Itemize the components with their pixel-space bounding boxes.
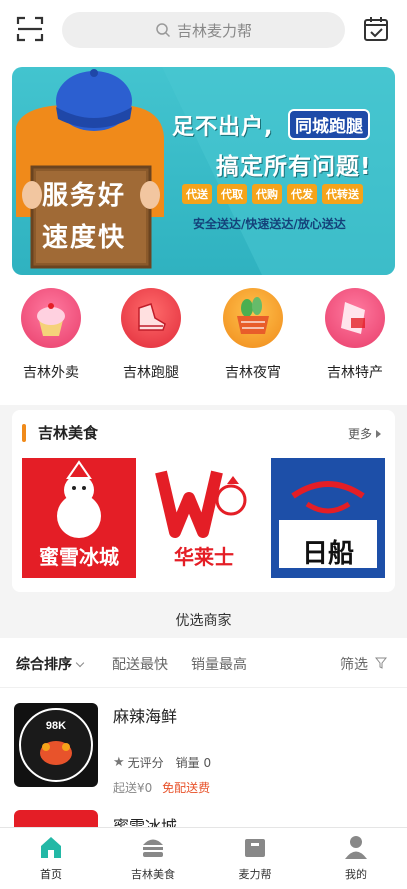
scan-icon[interactable] — [14, 13, 46, 45]
shop-rating: 无评分 — [127, 756, 164, 770]
tab-label: 麦力帮 — [238, 868, 272, 881]
sort-best-selling[interactable]: 销量最高 — [191, 654, 247, 674]
sort-bar: 综合排序 配送最快 销量最高 筛选 — [0, 638, 407, 688]
category-label: 吉林外卖 — [23, 365, 79, 381]
star-icon: ★ — [113, 755, 125, 770]
brand-wallace[interactable]: 华莱士 — [147, 458, 261, 578]
brand-mixue[interactable]: 蜜雪冰城 — [22, 458, 136, 578]
filter-button[interactable]: 筛选 — [340, 654, 388, 674]
banner-headline: 足不出户, — [172, 115, 274, 140]
sort-comprehensive[interactable]: 综合排序 — [16, 654, 85, 674]
arrow-right-icon — [376, 429, 381, 438]
tab-mailibang[interactable]: 麦力帮 — [215, 834, 295, 882]
shop-logo — [14, 810, 98, 827]
sort-label: 综合排序 — [16, 657, 72, 673]
specialty-gift-icon — [325, 288, 385, 348]
main-content: 服务好 速度快 足不出户, 同城跑腿 搞定所有问题! 代送 代取 代购 代发 代… — [0, 60, 407, 827]
category-grid: 吉林外卖 吉林跑腿 吉林夜宵 吉林特产 — [0, 288, 407, 398]
calendar-check-icon[interactable] — [360, 13, 392, 45]
banner-subheadline: 搞定所有问题! — [216, 154, 372, 180]
banner-chip: 代送 — [182, 184, 212, 204]
filter-label: 筛选 — [340, 657, 368, 673]
category-label: 吉林特产 — [327, 365, 383, 381]
banner-chip: 代购 — [252, 184, 282, 204]
food-section: 吉林美食 更多 蜜雪冰城 华莱士 日船 优选商家 — [0, 405, 407, 638]
shop-min-order: 起送¥0 — [113, 781, 153, 795]
banner-slogan: 安全送达/快速送达/放心送达 — [193, 217, 346, 231]
banner-sign-line1: 服务好 — [42, 181, 127, 211]
shop-name: 麻辣海鲜 — [113, 707, 178, 726]
tab-label: 我的 — [345, 868, 367, 881]
brand-name: 日船 — [301, 539, 354, 569]
chevron-down-icon — [75, 658, 85, 668]
banner-service-chips: 代送 代取 代购 代发 代转送 — [182, 184, 363, 204]
banner-sign-line2: 速度快 — [42, 223, 127, 253]
running-shoe-icon — [121, 288, 181, 348]
brand-rizhao[interactable]: 日船 — [271, 458, 385, 578]
food-card: 吉林美食 更多 蜜雪冰城 华莱士 日船 — [12, 410, 395, 592]
shop-rating-row: ★ 无评分 销量 0 — [113, 754, 211, 771]
featured-merchants-label: 优选商家 — [175, 613, 232, 629]
category-jilin-late-night[interactable]: 吉林夜宵 — [207, 288, 299, 382]
promo-banner[interactable]: 服务好 速度快 足不出户, 同城跑腿 搞定所有问题! 代送 代取 代购 代发 代… — [12, 67, 395, 275]
vegetable-basket-icon — [223, 288, 283, 348]
banner-chip: 代发 — [287, 184, 317, 204]
food-section-title: 吉林美食 — [38, 424, 99, 442]
tab-mine[interactable]: 我的 — [316, 834, 396, 882]
tab-label: 吉林美食 — [131, 868, 175, 881]
category-label: 吉林夜宵 — [225, 365, 281, 381]
sort-fastest[interactable]: 配送最快 — [112, 654, 168, 674]
category-jilin-errand[interactable]: 吉林跑腿 — [105, 288, 197, 382]
top-bar: 吉林麦力帮 — [0, 0, 407, 60]
shop-name: 蜜雪冰城 — [113, 817, 178, 827]
user-icon — [345, 836, 367, 859]
banner-chip: 代转送 — [322, 184, 363, 204]
category-jilin-specialty[interactable]: 吉林特产 — [309, 288, 401, 382]
category-jilin-takeout[interactable]: 吉林外卖 — [5, 288, 97, 382]
banner-tag: 同城跑腿 — [288, 109, 370, 140]
cupcake-icon — [21, 288, 81, 348]
filter-icon — [375, 657, 388, 669]
tab-home[interactable]: 首页 — [11, 834, 91, 882]
tab-label: 首页 — [40, 868, 62, 881]
shop-logo-text: 98K — [46, 720, 66, 732]
shop-item-malaseafood[interactable]: 98K 麻辣海鲜 ★ 无评分 销量 0 起送¥0 免配送费 — [0, 695, 407, 805]
banner-chip: 代取 — [217, 184, 247, 204]
shop-item-mixue[interactable]: 蜜雪冰城 — [0, 805, 407, 827]
shop-delivery-fee: 免配送费 — [162, 781, 211, 795]
search-icon — [156, 23, 171, 38]
more-label: 更多 — [347, 427, 372, 441]
burger-icon — [143, 839, 163, 857]
search-placeholder: 吉林麦力帮 — [176, 21, 252, 40]
shop-logo: 98K — [14, 703, 98, 787]
category-label: 吉林跑腿 — [123, 365, 179, 381]
bottom-tab-bar: 首页 吉林美食 麦力帮 我的 — [0, 827, 407, 889]
search-bar[interactable]: 吉林麦力帮 — [62, 12, 345, 48]
tab-jilin-food[interactable]: 吉林美食 — [113, 834, 193, 882]
shop-fee-row: 起送¥0 免配送费 — [113, 779, 210, 796]
brand-name: 蜜雪冰城 — [39, 545, 119, 569]
home-icon — [41, 837, 61, 858]
brand-name: 华莱士 — [174, 545, 234, 569]
more-link[interactable]: 更多 — [348, 425, 381, 442]
section-accent-bar — [22, 424, 26, 442]
shop-sales: 销量 0 — [175, 756, 212, 770]
box-icon — [245, 839, 265, 857]
